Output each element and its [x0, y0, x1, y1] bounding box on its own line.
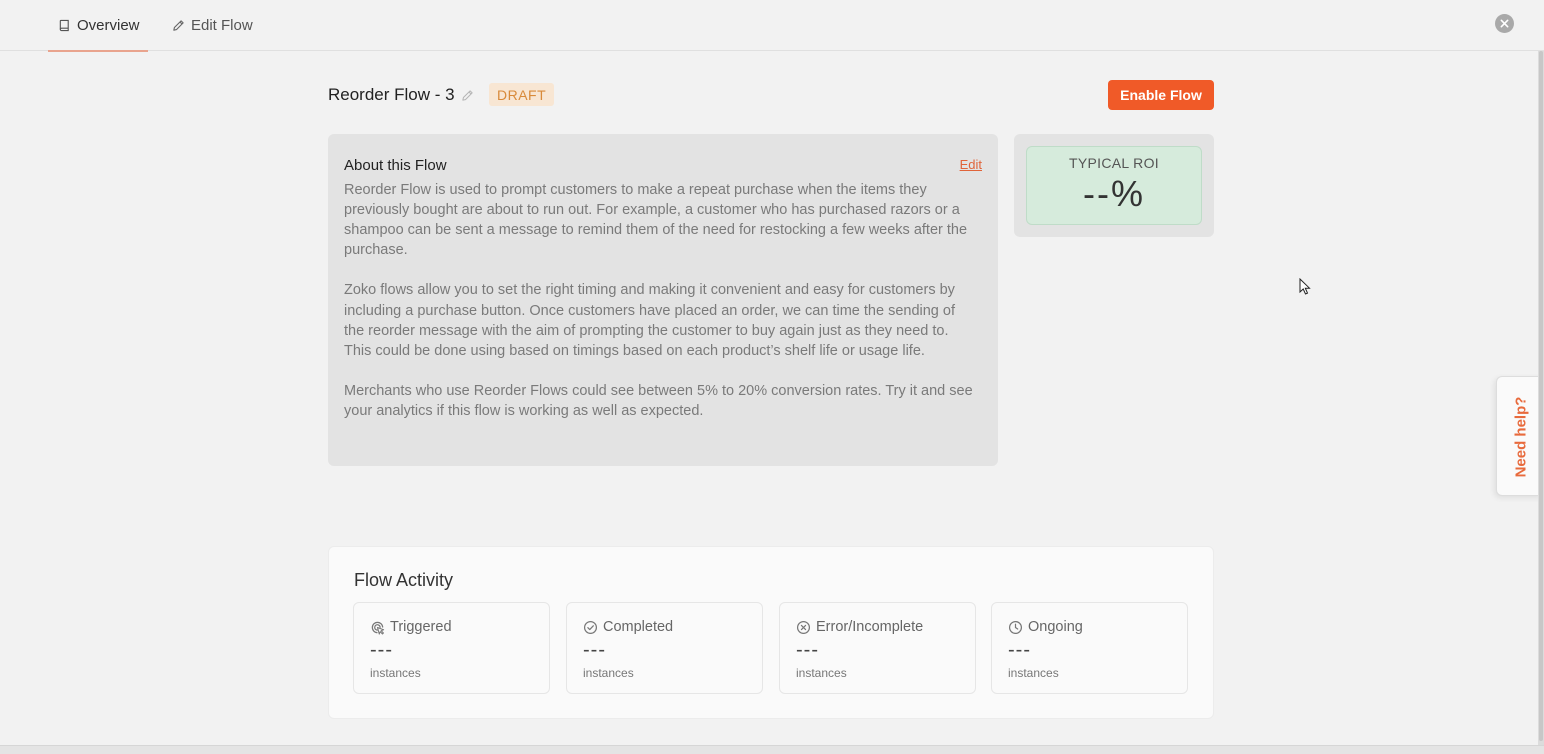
stat-value: --- — [583, 639, 606, 661]
close-icon — [1500, 19, 1509, 28]
about-paragraph: Zoko flows allow you to set the right ti… — [344, 282, 955, 359]
top-bar: Overview Edit Flow — [0, 0, 1544, 52]
stat-value: --- — [370, 639, 393, 661]
flow-title-text: Reorder Flow - 3 — [328, 85, 455, 104]
about-title: About this Flow — [344, 157, 447, 174]
roi-card: TYPICAL ROI --% — [1026, 146, 1202, 225]
flow-title: Reorder Flow - 3 — [328, 84, 474, 106]
stat-value: --- — [1008, 639, 1031, 661]
roi-value: --% — [1083, 173, 1145, 214]
about-edit-link[interactable]: Edit — [960, 157, 982, 172]
roi-label: TYPICAL ROI — [1069, 155, 1159, 171]
stat-label: Triggered — [390, 619, 452, 635]
stat-label: Completed — [603, 619, 674, 635]
status-badge: DRAFT — [489, 83, 555, 106]
flow-activity-card: Flow Activity Triggered --- instances Co… — [328, 546, 1214, 719]
stat-card-triggered: Triggered --- instances — [353, 602, 550, 694]
about-paragraph: Reorder Flow is used to prompt customers… — [344, 182, 968, 259]
x-circle-icon — [796, 620, 811, 634]
stat-value: --- — [796, 639, 819, 661]
stat-card-error: Error/Incomplete --- instances — [779, 602, 976, 694]
about-description: Reorder Flow is used to prompt customers… — [344, 180, 974, 441]
about-paragraph: Merchants who use Reorder Flows could se… — [344, 382, 973, 420]
cursor-click-icon — [371, 621, 385, 635]
roi-panel: TYPICAL ROI --% — [1014, 134, 1214, 237]
activity-title: Flow Activity — [354, 570, 454, 590]
stat-unit: instances — [583, 666, 634, 680]
pencil-icon — [173, 20, 184, 31]
need-help-label: Need help? — [1512, 396, 1530, 478]
clock-icon — [1008, 620, 1023, 634]
tab-overview[interactable]: Overview — [48, 0, 148, 52]
vertical-scrollbar[interactable] — [1538, 51, 1544, 745]
tab-label: Overview — [77, 17, 140, 34]
mouse-pointer-icon — [1299, 278, 1311, 295]
tab-edit-flow[interactable]: Edit Flow — [172, 0, 253, 51]
stat-unit: instances — [796, 666, 847, 680]
stat-card-completed: Completed --- instances — [566, 602, 763, 694]
about-flow-card: About this Flow Edit Reorder Flow is use… — [328, 134, 998, 466]
stat-unit: instances — [370, 666, 421, 680]
bottom-edge — [0, 745, 1544, 754]
need-help-tab[interactable]: Need help? — [1496, 376, 1544, 496]
stat-card-ongoing: Ongoing --- instances — [991, 602, 1188, 694]
stat-label: Ongoing — [1028, 619, 1083, 635]
enable-flow-button[interactable]: Enable Flow — [1108, 80, 1214, 110]
check-circle-icon — [583, 620, 598, 634]
stat-label: Error/Incomplete — [816, 619, 924, 635]
tab-label: Edit Flow — [191, 17, 253, 34]
stat-unit: instances — [1008, 666, 1059, 680]
edit-title-pencil-icon[interactable] — [461, 89, 474, 102]
book-icon — [59, 19, 69, 32]
close-button[interactable] — [1495, 14, 1514, 33]
scrollbar-thumb[interactable] — [1539, 51, 1543, 741]
